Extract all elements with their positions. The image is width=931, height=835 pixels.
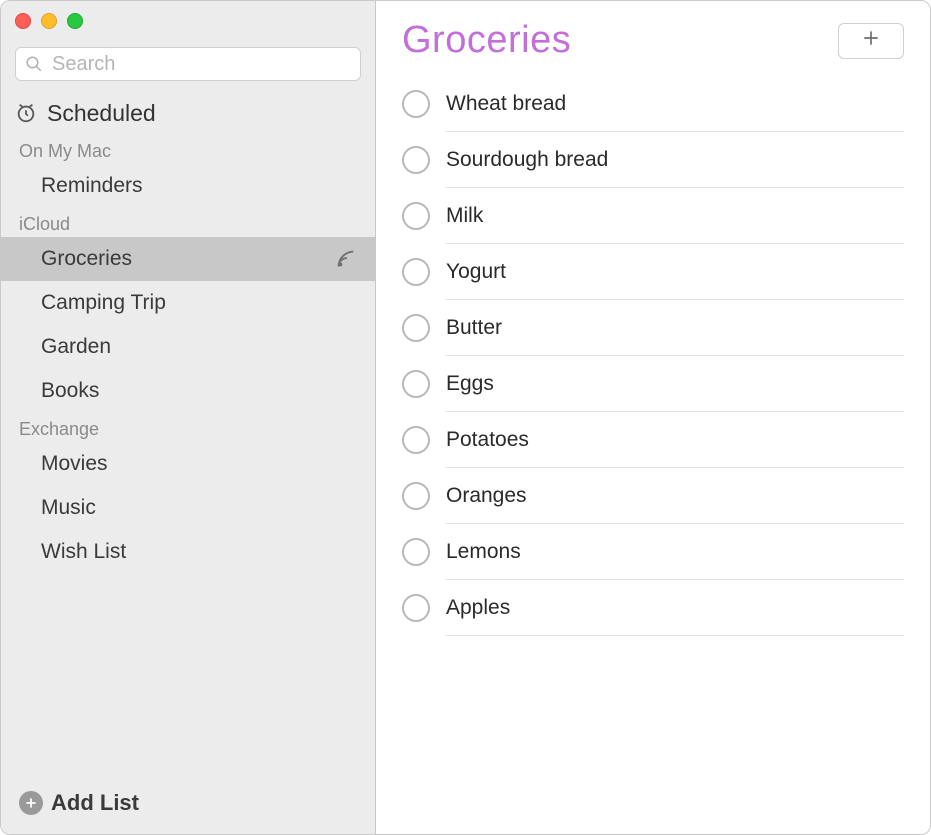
reminder-item[interactable]: Wheat bread <box>402 76 904 132</box>
reminder-item[interactable]: Lemons <box>402 524 904 580</box>
reminder-body: Lemons <box>446 524 904 580</box>
complete-toggle[interactable] <box>402 370 430 398</box>
reminder-body: Oranges <box>446 468 904 524</box>
complete-toggle[interactable] <box>402 482 430 510</box>
reminder-title: Lemons <box>446 540 521 564</box>
reminders-list: Wheat bread Sourdough bread Milk Yogurt Butt… <box>402 76 904 636</box>
complete-toggle[interactable] <box>402 202 430 230</box>
complete-toggle[interactable] <box>402 146 430 174</box>
reminder-title: Butter <box>446 316 502 340</box>
complete-toggle[interactable] <box>402 426 430 454</box>
reminder-body: Yogurt <box>446 244 904 300</box>
reminder-title: Eggs <box>446 372 494 396</box>
list-title: Groceries <box>402 19 571 62</box>
add-reminder-button[interactable] <box>838 23 904 59</box>
plus-circle-icon <box>19 791 43 815</box>
reminder-title: Oranges <box>446 484 527 508</box>
sidebar-item-label: Reminders <box>41 174 143 198</box>
sidebar-section-exchange: Exchange <box>1 413 375 442</box>
clock-icon <box>15 102 37 124</box>
complete-toggle[interactable] <box>402 314 430 342</box>
reminder-body: Sourdough bread <box>446 132 904 188</box>
reminder-title: Wheat bread <box>446 92 566 116</box>
add-list-button[interactable]: Add List <box>1 776 375 834</box>
complete-toggle[interactable] <box>402 258 430 286</box>
window-zoom-button[interactable] <box>67 13 83 29</box>
sidebar-list: Scheduled On My Mac Reminders iCloud Grocer… <box>1 91 375 776</box>
sidebar-item-label: Camping Trip <box>41 291 166 315</box>
sidebar-item-books[interactable]: Books <box>1 369 375 413</box>
sidebar-item-label: Music <box>41 496 96 520</box>
search-icon <box>25 55 43 73</box>
reminder-body: Wheat bread <box>446 76 904 132</box>
reminder-body: Milk <box>446 188 904 244</box>
window-close-button[interactable] <box>15 13 31 29</box>
sidebar-item-label: Scheduled <box>47 100 156 127</box>
search-field-wrapper <box>15 47 361 81</box>
reminder-item[interactable]: Eggs <box>402 356 904 412</box>
complete-toggle[interactable] <box>402 90 430 118</box>
plus-icon <box>861 28 881 53</box>
window-minimize-button[interactable] <box>41 13 57 29</box>
search-input[interactable] <box>15 47 361 81</box>
reminder-item[interactable]: Apples <box>402 580 904 636</box>
sidebar-item-groceries[interactable]: Groceries <box>1 237 375 281</box>
reminder-title: Yogurt <box>446 260 506 284</box>
main-header: Groceries <box>376 1 930 70</box>
reminder-title: Potatoes <box>446 428 529 452</box>
sidebar-item-label: Movies <box>41 452 108 476</box>
window-titlebar <box>1 1 375 41</box>
reminders-window: Scheduled On My MacRemindersiCloudGrocer… <box>0 0 931 835</box>
reminder-body: Potatoes <box>446 412 904 468</box>
reminder-body: Butter <box>446 300 904 356</box>
sidebar-item-movies[interactable]: Movies <box>1 442 375 486</box>
complete-toggle[interactable] <box>402 538 430 566</box>
complete-toggle[interactable] <box>402 594 430 622</box>
sidebar-section-icloud: iCloud <box>1 208 375 237</box>
sidebar: Scheduled On My Mac Reminders iCloud Grocer… <box>1 1 376 834</box>
reminder-item[interactable]: Milk <box>402 188 904 244</box>
sidebar-item-wish-list[interactable]: Wish List <box>1 530 375 574</box>
reminder-item[interactable]: Potatoes <box>402 412 904 468</box>
reminder-body: Apples <box>446 580 904 636</box>
main-panel: Groceries Wheat bread Sourdough bread Milk… <box>376 1 930 834</box>
sidebar-section-on-my-mac: On My Mac <box>1 135 375 164</box>
sidebar-item-garden[interactable]: Garden <box>1 325 375 369</box>
add-list-label: Add List <box>51 790 139 816</box>
sidebar-item-label: Books <box>41 379 99 403</box>
sidebar-item-label: Wish List <box>41 540 126 564</box>
reminder-title: Sourdough bread <box>446 148 608 172</box>
reminder-body: Eggs <box>446 356 904 412</box>
reminder-item[interactable]: Oranges <box>402 468 904 524</box>
sidebar-item-music[interactable]: Music <box>1 486 375 530</box>
sidebar-item-label: Garden <box>41 335 111 359</box>
sidebar-item-scheduled[interactable]: Scheduled <box>1 91 375 135</box>
sidebar-item-label: Groceries <box>41 247 132 271</box>
reminder-item[interactable]: Butter <box>402 300 904 356</box>
reminder-item[interactable]: Sourdough bread <box>402 132 904 188</box>
reminder-title: Milk <box>446 204 483 228</box>
broadcast-icon <box>335 248 357 270</box>
sidebar-item-camping-trip[interactable]: Camping Trip <box>1 281 375 325</box>
sidebar-item-reminders[interactable]: Reminders <box>1 164 375 208</box>
reminder-item[interactable]: Yogurt <box>402 244 904 300</box>
reminder-title: Apples <box>446 596 510 620</box>
